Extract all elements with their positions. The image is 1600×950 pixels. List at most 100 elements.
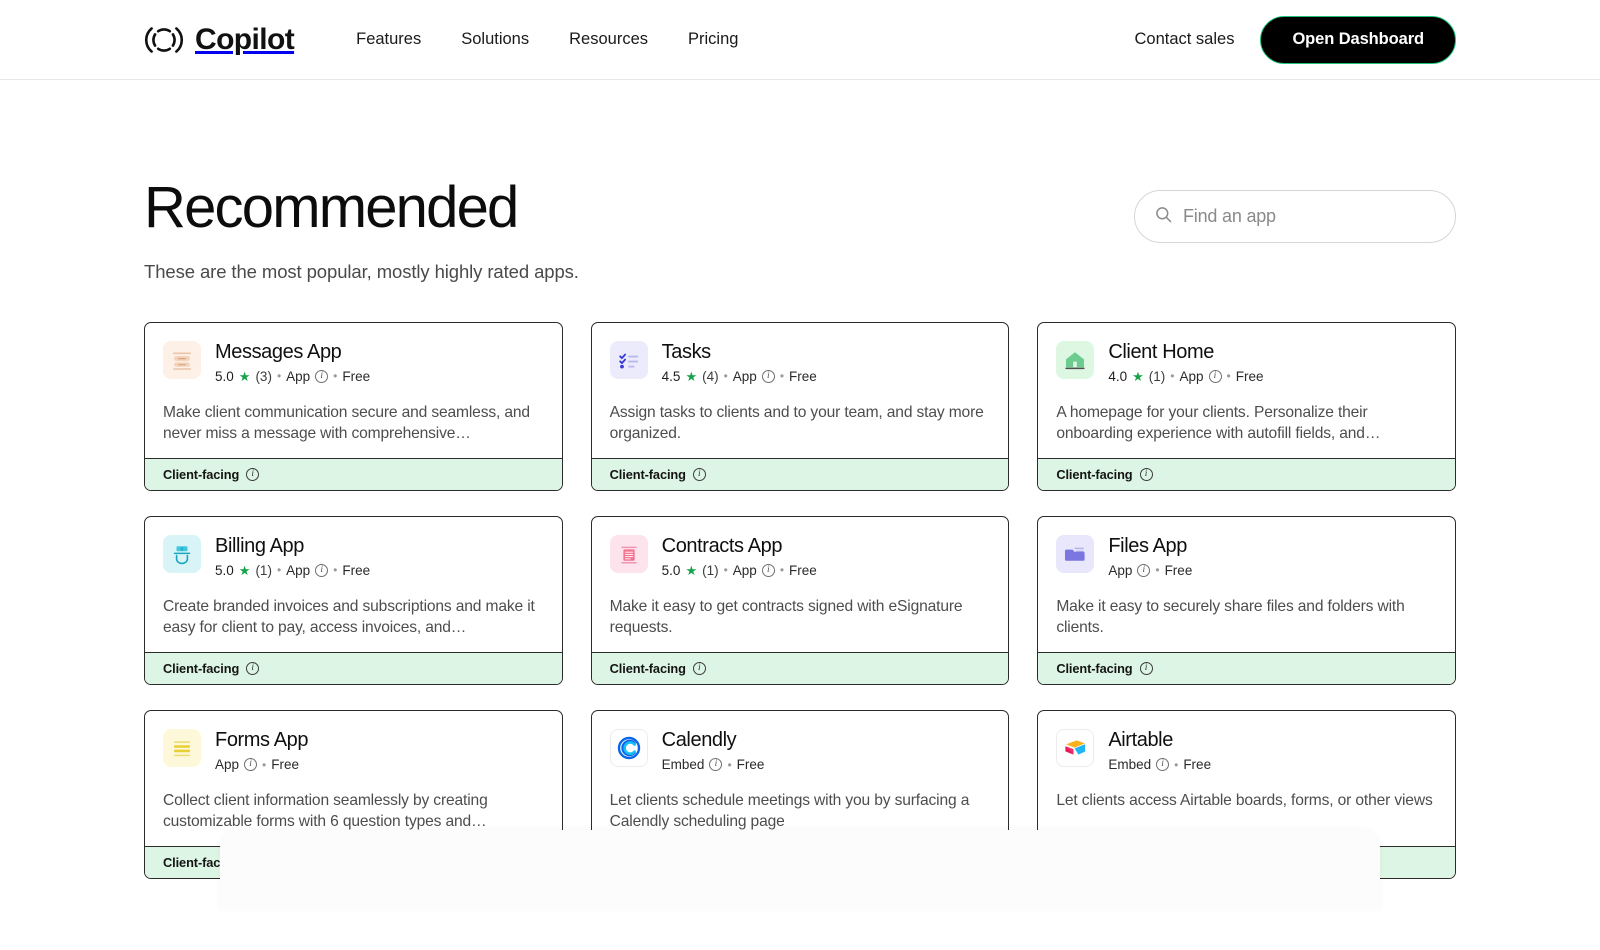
app-card-grid: Messages App 5.0 ★ (3) • App i • Free Ma… (144, 321, 1456, 880)
app-price: Free (1183, 757, 1212, 773)
info-circle-icon[interactable]: i (709, 758, 723, 772)
info-circle-icon[interactable]: i (761, 369, 775, 383)
client-facing-badge: Client-facing i (1038, 457, 1455, 490)
app-price: Free (736, 757, 765, 773)
app-meta: 4.0 ★ (1) • App i • Free (1108, 369, 1263, 384)
star-icon: ★ (1132, 368, 1144, 384)
card-header: Tasks 4.5 ★ (4) • App i • Free (609, 340, 991, 384)
card-title-block: Forms App App i • Free (215, 729, 309, 772)
app-name: Tasks (661, 340, 712, 363)
meta-separator: • (1155, 563, 1160, 578)
app-price: Free (789, 562, 817, 578)
info-circle-icon[interactable]: i (1156, 758, 1170, 772)
card-header: Files App App i • Free (1056, 534, 1437, 578)
client-home-app-icon (1056, 340, 1095, 379)
app-card-contracts-app[interactable]: Contracts App 5.0 ★ (1) • App i • Free M… (590, 515, 1010, 686)
card-header: Messages App 5.0 ★ (3) • App i • Free (163, 340, 544, 384)
rating-count: (4) (702, 368, 719, 384)
card-header: Calendly Embed i • Free (609, 729, 991, 773)
header-actions: Contact sales Open Dashboard (1134, 15, 1456, 64)
app-card-messages-app[interactable]: Messages App 5.0 ★ (3) • App i • Free Ma… (144, 321, 563, 491)
rating-value: 4.5 (661, 368, 681, 384)
page-title: Recommended (144, 175, 519, 240)
brand-logo[interactable]: Copilot (144, 20, 295, 60)
forms-app-icon (163, 729, 201, 768)
info-circle-icon[interactable]: i (244, 758, 258, 772)
app-price: Free (1235, 368, 1264, 384)
files-app-icon (1056, 534, 1095, 573)
meta-separator: • (276, 369, 282, 384)
card-title-block: Billing App 5.0 ★ (1) • App i • Free (215, 535, 370, 578)
nav-item-features[interactable]: Features (356, 30, 421, 49)
nav-item-resources[interactable]: Resources (569, 30, 648, 49)
meta-separator: • (333, 563, 338, 578)
app-card-billing-app[interactable]: 0 Billing App 5.0 ★ (1) • App i • Free C… (144, 515, 563, 686)
badge-label: Client-facing (163, 661, 240, 677)
search-input[interactable] (1183, 206, 1435, 227)
card-body: Calendly Embed i • Free Let clients sche… (592, 711, 1009, 846)
meta-separator: • (262, 757, 267, 772)
nav-item-solutions[interactable]: Solutions (461, 30, 529, 49)
site-header: Copilot Features Solutions Resources Pri… (0, 0, 1600, 80)
airtable-logo-icon (1056, 729, 1095, 768)
app-type: App (286, 562, 311, 578)
card-title-block: Tasks 4.5 ★ (4) • App i • Free (662, 341, 817, 384)
meta-separator: • (779, 563, 785, 578)
bottom-peek-panel (220, 830, 1380, 910)
copilot-dashed-circle-logo-icon (144, 20, 184, 60)
app-type: App (1108, 562, 1133, 578)
app-description: Collect client information seamlessly by… (163, 792, 488, 831)
card-body: Files App App i • Free Make it easy to s… (1038, 517, 1455, 652)
info-circle-icon[interactable]: i (1208, 369, 1222, 383)
info-circle-icon[interactable]: i (315, 369, 329, 383)
info-circle-icon[interactable]: i (246, 467, 260, 481)
app-meta: 4.5 ★ (4) • App i • Free (662, 369, 817, 384)
apps-section: Recommended These are the most popular, … (144, 80, 1456, 910)
card-title-block: Messages App 5.0 ★ (3) • App i • Free (215, 341, 370, 384)
app-price: Free (342, 562, 371, 578)
app-price: Free (342, 368, 371, 384)
nav-item-pricing[interactable]: Pricing (688, 30, 738, 49)
app-description: Make it easy to securely share files and… (1056, 597, 1405, 637)
badge-label: Client-facing (609, 466, 686, 482)
info-circle-icon[interactable]: i (692, 662, 706, 676)
info-circle-icon[interactable]: i (246, 662, 260, 676)
app-description: Let clients access Airtable boards, form… (1056, 792, 1433, 810)
star-icon: ★ (238, 562, 251, 578)
app-card-client-home[interactable]: Client Home 4.0 ★ (1) • App i • Free A h… (1037, 321, 1456, 491)
badge-label: Client-facing (1056, 466, 1133, 482)
info-circle-icon[interactable]: i (692, 467, 706, 481)
app-card-tasks[interactable]: Tasks 4.5 ★ (4) • App i • Free Assign ta… (590, 321, 1010, 491)
meta-separator: • (779, 369, 785, 384)
app-description: Let clients schedule meetings with you b… (609, 792, 970, 831)
info-circle-icon[interactable]: i (1137, 563, 1151, 577)
info-circle-icon[interactable]: i (761, 563, 775, 577)
search-box[interactable] (1134, 190, 1456, 243)
info-circle-icon[interactable]: i (1139, 662, 1153, 676)
star-icon: ★ (685, 562, 698, 578)
card-header: Forms App App i • Free (163, 729, 544, 772)
contact-sales-link[interactable]: Contact sales (1134, 30, 1234, 49)
app-name: Airtable (1108, 729, 1173, 752)
app-type: App (732, 368, 757, 384)
app-type: App (286, 368, 311, 384)
app-description: Assign tasks to clients and to your team… (609, 403, 984, 442)
client-facing-badge: Client-facing i (1038, 652, 1455, 685)
app-meta: App i • Free (1108, 563, 1192, 578)
app-card-files-app[interactable]: Files App App i • Free Make it easy to s… (1037, 515, 1456, 686)
open-dashboard-button[interactable]: Open Dashboard (1260, 15, 1456, 64)
info-circle-icon[interactable]: i (1139, 467, 1153, 481)
info-circle-icon[interactable]: i (315, 563, 329, 577)
meta-separator: • (723, 563, 728, 578)
app-meta: 5.0 ★ (1) • App i • Free (215, 563, 370, 578)
brand-name: Copilot (195, 22, 295, 56)
card-body: 0 Billing App 5.0 ★ (1) • App i • Free C… (145, 517, 562, 652)
meta-separator: • (1170, 369, 1175, 384)
card-title-block: Files App App i • Free (1108, 535, 1192, 578)
card-body: Tasks 4.5 ★ (4) • App i • Free Assign ta… (592, 323, 1009, 458)
client-facing-badge: Client-facing i (145, 457, 562, 490)
client-facing-badge: Client-facing i (145, 652, 562, 685)
rating-value: 4.0 (1108, 368, 1128, 384)
page-header-row: Recommended These are the most popular, … (144, 80, 1456, 283)
app-description: A homepage for your clients. Personalize… (1056, 403, 1381, 442)
